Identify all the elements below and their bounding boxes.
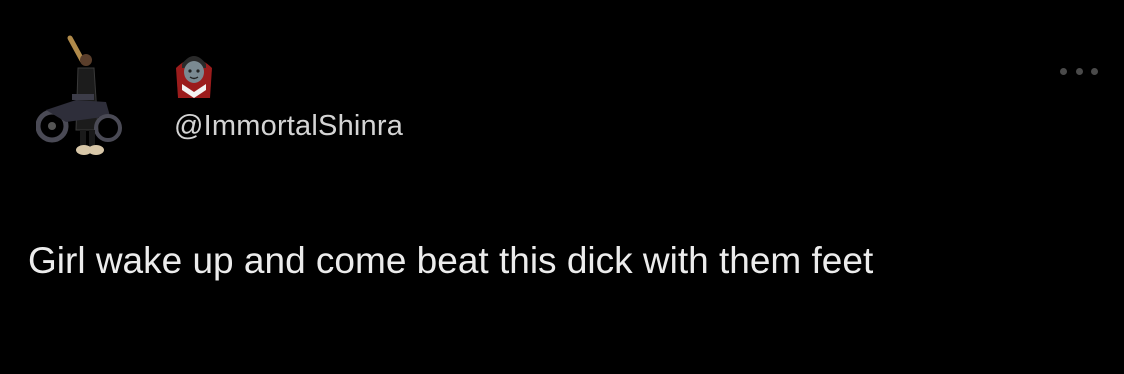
- more-dot: [1091, 67, 1098, 75]
- tweet-text: Girl wake up and come beat this dick wit…: [28, 240, 874, 281]
- vampire-emoji-icon: [172, 46, 216, 100]
- tweet-card: @ImmortalShinra Girl wake up and come be…: [0, 0, 1124, 374]
- more-dot: [1060, 67, 1067, 75]
- more-dot: [1075, 67, 1083, 75]
- more-options-icon[interactable]: [1060, 64, 1098, 78]
- user-handle[interactable]: @ImmortalShinra: [174, 108, 403, 144]
- avatar-image: [35, 35, 122, 155]
- avatar[interactable]: [35, 30, 132, 162]
